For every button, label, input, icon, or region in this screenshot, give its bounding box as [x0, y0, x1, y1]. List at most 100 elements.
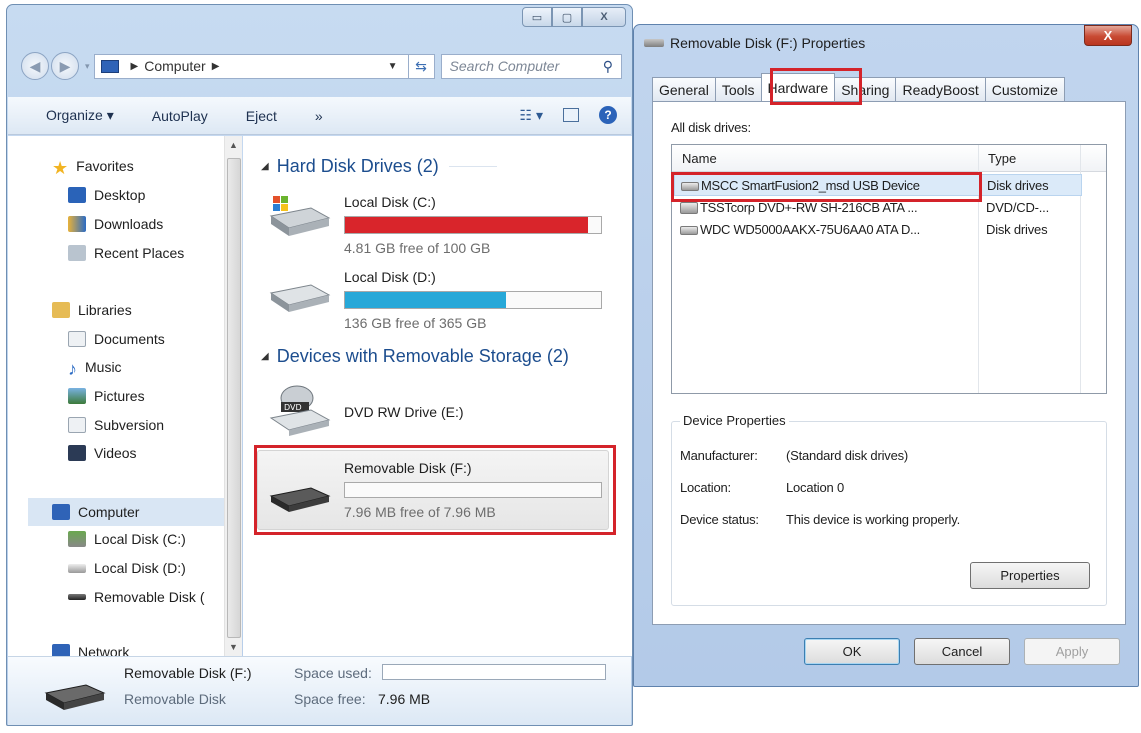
list-header: Name Type	[672, 145, 1106, 172]
column-header-name[interactable]: Name	[682, 151, 717, 166]
downloads-icon	[68, 216, 86, 232]
location-value: Location 0	[786, 480, 844, 495]
search-icon[interactable]: ⚲	[603, 58, 613, 75]
nav-removable-disk[interactable]: Removable Disk (	[68, 589, 204, 605]
close-button[interactable]: X	[582, 7, 626, 27]
nav-network[interactable]: Network	[52, 644, 129, 656]
nav-desktop[interactable]: Desktop	[68, 187, 145, 203]
dialog-title: Removable Disk (F:) Properties	[670, 35, 866, 51]
preview-pane-icon[interactable]	[563, 108, 579, 122]
documents-icon	[68, 331, 86, 347]
desktop-icon	[68, 187, 86, 203]
removable-drive-icon	[44, 684, 106, 710]
nav-label: Local Disk (C:)	[94, 531, 186, 547]
details-space-free-label: Space free:	[294, 691, 366, 707]
drive-icon	[680, 226, 698, 235]
device-properties-button[interactable]: Properties	[970, 562, 1090, 589]
maximize-button[interactable]: ▢	[552, 7, 582, 27]
all-disk-drives-label: All disk drives:	[671, 120, 751, 135]
system-drive-icon	[68, 531, 86, 547]
ok-button[interactable]: OK	[804, 638, 900, 665]
tab-general[interactable]: General	[652, 77, 716, 101]
collapse-triangle-icon[interactable]: ◢	[261, 351, 269, 362]
nav-local-disk-c[interactable]: Local Disk (C:)	[68, 531, 186, 547]
nav-recent-places[interactable]: Recent Places	[68, 245, 184, 261]
device-name: TSSTcorp DVD+-RW SH-216CB ATA ...	[700, 200, 918, 215]
dvd-drive-icon	[680, 202, 698, 214]
scrollbar-thumb[interactable]	[227, 158, 241, 638]
location-label: Location:	[680, 480, 731, 495]
help-icon[interactable]: ?	[599, 106, 617, 124]
device-type: Disk drives	[986, 222, 1048, 237]
nav-label: Removable Disk (	[94, 589, 205, 605]
removable-drive-icon	[68, 594, 86, 600]
manufacturer-value: (Standard disk drives)	[786, 448, 909, 463]
scroll-up-icon[interactable]: ▲	[229, 140, 238, 150]
view-options-icon[interactable]: ☷ ▾	[520, 107, 543, 124]
details-name: Removable Disk (F:)	[124, 665, 252, 681]
group-title: Devices with Removable Storage (2)	[276, 346, 569, 366]
nav-label: Computer	[78, 504, 140, 520]
tab-customize[interactable]: Customize	[984, 77, 1065, 101]
details-space-used-label: Space used:	[294, 665, 372, 681]
nav-subversion[interactable]: Subversion	[68, 417, 164, 433]
libraries-icon	[52, 302, 70, 318]
subversion-icon	[68, 417, 86, 433]
nav-documents[interactable]: Documents	[68, 331, 165, 347]
cancel-button[interactable]: Cancel	[914, 638, 1010, 665]
nav-label: Desktop	[94, 187, 146, 203]
dvd-drive-icon: DVD	[269, 385, 331, 436]
content-pane: ◢ Hard Disk Drives (2) Local Disk (C:) 4…	[243, 136, 632, 656]
drive-free-text: 4.81 GB free of 100 GB	[344, 240, 491, 256]
history-dropdown-icon[interactable]: ▾	[85, 61, 90, 72]
nav-label: Libraries	[78, 302, 132, 318]
details-space-used-bar	[382, 664, 606, 680]
nav-videos[interactable]: Videos	[68, 445, 137, 461]
breadcrumb-computer[interactable]: Computer	[144, 58, 205, 74]
address-dropdown-icon[interactable]: ▼	[388, 61, 398, 72]
chevron-right-icon[interactable]: ▶	[131, 61, 139, 72]
column-header-type[interactable]: Type	[988, 151, 1016, 166]
tab-tools[interactable]: Tools	[714, 77, 762, 101]
nav-libraries[interactable]: Libraries	[52, 302, 132, 318]
chevron-right-icon[interactable]: ▶	[212, 61, 220, 72]
nav-pictures[interactable]: Pictures	[68, 388, 145, 404]
address-bar[interactable]: ▶ Computer ▶ ▼	[93, 53, 409, 79]
more-commands-button[interactable]: »	[315, 108, 323, 124]
nav-local-disk-d[interactable]: Local Disk (D:)	[68, 560, 186, 576]
list-item[interactable]: WDC WD5000AAKX-75U6AA0 ATA D... Disk dri…	[674, 219, 1082, 241]
drive-usage-bar	[344, 291, 602, 309]
forward-button[interactable]: ▶	[51, 52, 79, 80]
removable-drive-icon	[644, 39, 664, 47]
eject-button[interactable]: Eject	[246, 108, 277, 124]
address-row: ◀ ▶ ▾ ▶ Computer ▶ ▼ ⇆ Search Computer ⚲	[21, 51, 622, 81]
navigation-pane: ★ Favorites Desktop Downloads Recent Pla…	[8, 136, 224, 656]
nav-downloads[interactable]: Downloads	[68, 216, 163, 232]
search-input[interactable]: Search Computer ⚲	[440, 53, 622, 79]
drive-icon	[68, 563, 86, 573]
group-hard-disk-drives[interactable]: ◢ Hard Disk Drives (2)	[261, 156, 497, 177]
group-removable-storage[interactable]: ◢ Devices with Removable Storage (2)	[261, 346, 569, 367]
drive-usage-bar	[344, 216, 602, 234]
device-type: DVD/CD-...	[986, 200, 1050, 215]
collapse-triangle-icon[interactable]: ◢	[261, 161, 269, 172]
nav-label: Pictures	[94, 388, 145, 404]
nav-label: Videos	[94, 445, 137, 461]
annotation-highlight-removable	[254, 445, 616, 535]
nav-computer[interactable]: Computer	[28, 498, 224, 526]
nav-label: Music	[85, 359, 122, 375]
tab-readyboost[interactable]: ReadyBoost	[895, 77, 986, 101]
group-title: Device Properties	[680, 413, 789, 428]
scroll-down-icon[interactable]: ▼	[229, 642, 238, 652]
dialog-close-button[interactable]: X	[1084, 25, 1132, 46]
autoplay-button[interactable]: AutoPlay	[152, 108, 208, 124]
organize-button[interactable]: Organize ▾	[46, 107, 114, 124]
nav-label: Subversion	[94, 417, 165, 433]
nav-music[interactable]: ♪ Music	[68, 359, 122, 379]
nav-scrollbar[interactable]: ▲ ▼	[224, 136, 242, 656]
refresh-button[interactable]: ⇆	[408, 53, 435, 79]
back-button[interactable]: ◀	[21, 52, 49, 80]
nav-favorites[interactable]: ★ Favorites	[52, 158, 134, 178]
apply-button[interactable]: Apply	[1024, 638, 1120, 665]
minimize-button[interactable]: ▭	[522, 7, 552, 27]
